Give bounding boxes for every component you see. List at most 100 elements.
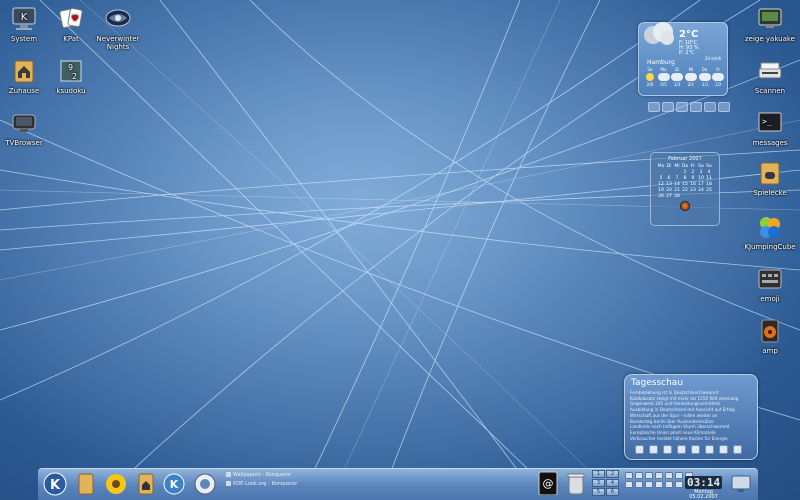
desktop-icon-scannen[interactable]: Scannen: [740, 58, 800, 95]
forecast-day: Fr 1/2: [711, 67, 725, 87]
tray-icon[interactable]: [665, 481, 673, 488]
home-folder-icon[interactable]: [74, 472, 98, 496]
weather-wind: 24 km/h: [705, 56, 722, 61]
clock-time: 03:14: [685, 476, 723, 489]
news-tool-button[interactable]: [649, 445, 658, 454]
konqueror-icon[interactable]: [193, 472, 217, 496]
desktop-icon-amp[interactable]: amp: [740, 318, 800, 355]
task-kde-look[interactable]: KDE-Look.org - Konqueror: [226, 481, 297, 487]
desktop-icon-neverwinter-nights[interactable]: Neverwinter Nights: [88, 6, 148, 51]
widget-control-button[interactable]: [704, 102, 716, 112]
desktop-4[interactable]: 4: [606, 479, 619, 487]
scanner-icon: [756, 58, 784, 84]
news-tool-button[interactable]: [677, 445, 686, 454]
desktop-icon-label: messages: [752, 139, 788, 147]
news-tool-button[interactable]: [733, 445, 742, 454]
virtual-desktop-pager: 1 2 3 4 5 6: [592, 470, 619, 496]
desktop-icon-spielecke[interactable]: Spielecke: [740, 160, 800, 197]
news-title: Tagesschau: [631, 378, 684, 388]
sun-icon: [645, 73, 654, 81]
desktop-icon-label: zeige yakuake: [744, 35, 795, 43]
desktop-icon-emoji[interactable]: emoji: [740, 266, 800, 303]
desktop-2[interactable]: 2: [606, 470, 619, 478]
news-widget[interactable]: Tagesschau Fernbeziehung ist in Deutschl…: [624, 374, 758, 460]
weather-city: Hamburg: [647, 59, 675, 66]
desktop-1[interactable]: 1: [592, 470, 605, 478]
forecast-day: Mo 0/5: [657, 67, 671, 87]
cloud-icon: [712, 73, 725, 81]
calendar-app-icon[interactable]: [680, 201, 690, 211]
news-tool-button[interactable]: [719, 445, 728, 454]
trash-icon[interactable]: [564, 471, 588, 495]
tray-icon[interactable]: [625, 481, 633, 488]
widget-control-button[interactable]: [690, 102, 702, 112]
news-headlines: Fernbeziehung ist in Deutschland bekannt…: [630, 390, 754, 441]
tray-icon[interactable]: [635, 472, 643, 479]
tray-icon[interactable]: [635, 481, 643, 488]
desktop-3[interactable]: 3: [592, 479, 605, 487]
tray-icon[interactable]: [655, 472, 663, 479]
desktop-icon-label: amp: [762, 347, 778, 355]
svg-text:@: @: [543, 477, 554, 490]
desktop-icon-ksudoku[interactable]: 92 ksudoku: [41, 58, 101, 95]
monitor-icon[interactable]: [730, 473, 754, 497]
speaker-icon: [756, 318, 784, 344]
forecast-day: Do -1/1: [698, 67, 712, 87]
tray-icon[interactable]: [625, 472, 633, 479]
cloud-icon: [684, 73, 697, 81]
news-tool-button[interactable]: [635, 445, 644, 454]
desktop-icon-messages[interactable]: >_ messages: [740, 110, 800, 147]
widget-control-button[interactable]: [676, 102, 688, 112]
widget-control-button[interactable]: [662, 102, 674, 112]
clock-date: 05.02.2007: [689, 494, 718, 500]
tray-icon[interactable]: [655, 481, 663, 488]
news-tool-button[interactable]: [691, 445, 700, 454]
forecast-day: Di 1/3: [670, 67, 684, 87]
tray-icon[interactable]: [665, 472, 673, 479]
games-folder-icon: [756, 160, 784, 186]
desktop-6[interactable]: 6: [606, 488, 619, 496]
weather-widget[interactable]: 2°C F: 10°C H: 93 % P: 2°C Hamburg 24 km…: [638, 22, 728, 96]
terminal-icon: >_: [756, 110, 784, 136]
news-tool-button[interactable]: [705, 445, 714, 454]
home-icon[interactable]: [134, 472, 158, 496]
desktop-icon-label: TVBrowser: [5, 139, 43, 147]
sunflower-icon[interactable]: [104, 472, 128, 496]
tray-icon[interactable]: [675, 472, 683, 479]
desktop-icon-yakuake[interactable]: zeige yakuake: [740, 6, 800, 43]
playing-cards-icon: ♥: [57, 6, 85, 32]
news-tool-button[interactable]: [663, 445, 672, 454]
cloud-icon: [671, 73, 684, 81]
news-headline[interactable]: Verbraucher meldet höhere Kosten für Ene…: [630, 436, 754, 442]
system-tray: [625, 472, 693, 488]
tray-icon[interactable]: [645, 472, 653, 479]
forecast-day: Mi 2/1: [684, 67, 698, 87]
weather-forecast: Sa 2/8 Mo 0/5 Di 1/3 Mi 2/1 Do -1/1 Fr 1/2: [643, 67, 725, 87]
desktop-icon-label: KJumpingCube: [744, 243, 796, 251]
taskbar: K K Wallpapers - Konqueror KDE-Look.org …: [38, 468, 758, 500]
calendar-month: Februar 2007: [668, 156, 702, 162]
desktop-icon-kjumpingcube[interactable]: KJumpingCube: [740, 214, 800, 251]
kde-icon[interactable]: K: [162, 472, 186, 496]
window-icon: [226, 481, 231, 486]
tray-icon[interactable]: [645, 481, 653, 488]
widget-control-button[interactable]: [718, 102, 730, 112]
widget-control-bar: [648, 102, 730, 112]
desktop-icon-tvbrowser[interactable]: TVBrowser: [0, 110, 54, 147]
window-icon: [226, 472, 231, 477]
desktop-icon-label: ksudoku: [56, 87, 86, 95]
task-wallpapers[interactable]: Wallpapers - Konqueror: [226, 472, 291, 478]
calendar-widget[interactable]: Februar 2007 Mo Di Mi Do Fr Sa So 1234 5 6 7 8 9 10…: [650, 152, 720, 226]
home-folder-icon: [10, 58, 38, 84]
widget-control-button[interactable]: [648, 102, 660, 112]
clock[interactable]: 03:14 Montag 05.02.2007: [685, 471, 723, 500]
kjumpingcube-icon: [756, 214, 784, 240]
calendar-grid: Mo Di Mi Do Fr Sa So 1234 5 6 7 8 9 10 11 12 13 14 15 16…: [657, 163, 712, 199]
svg-text:K: K: [170, 478, 179, 491]
email-icon[interactable]: @: [536, 471, 560, 495]
kde-menu-icon[interactable]: K: [43, 472, 67, 496]
desktop-5[interactable]: 5: [592, 488, 605, 496]
cloud-icon: [644, 22, 674, 45]
tray-icon[interactable]: [675, 481, 683, 488]
svg-text:9: 9: [68, 63, 73, 72]
